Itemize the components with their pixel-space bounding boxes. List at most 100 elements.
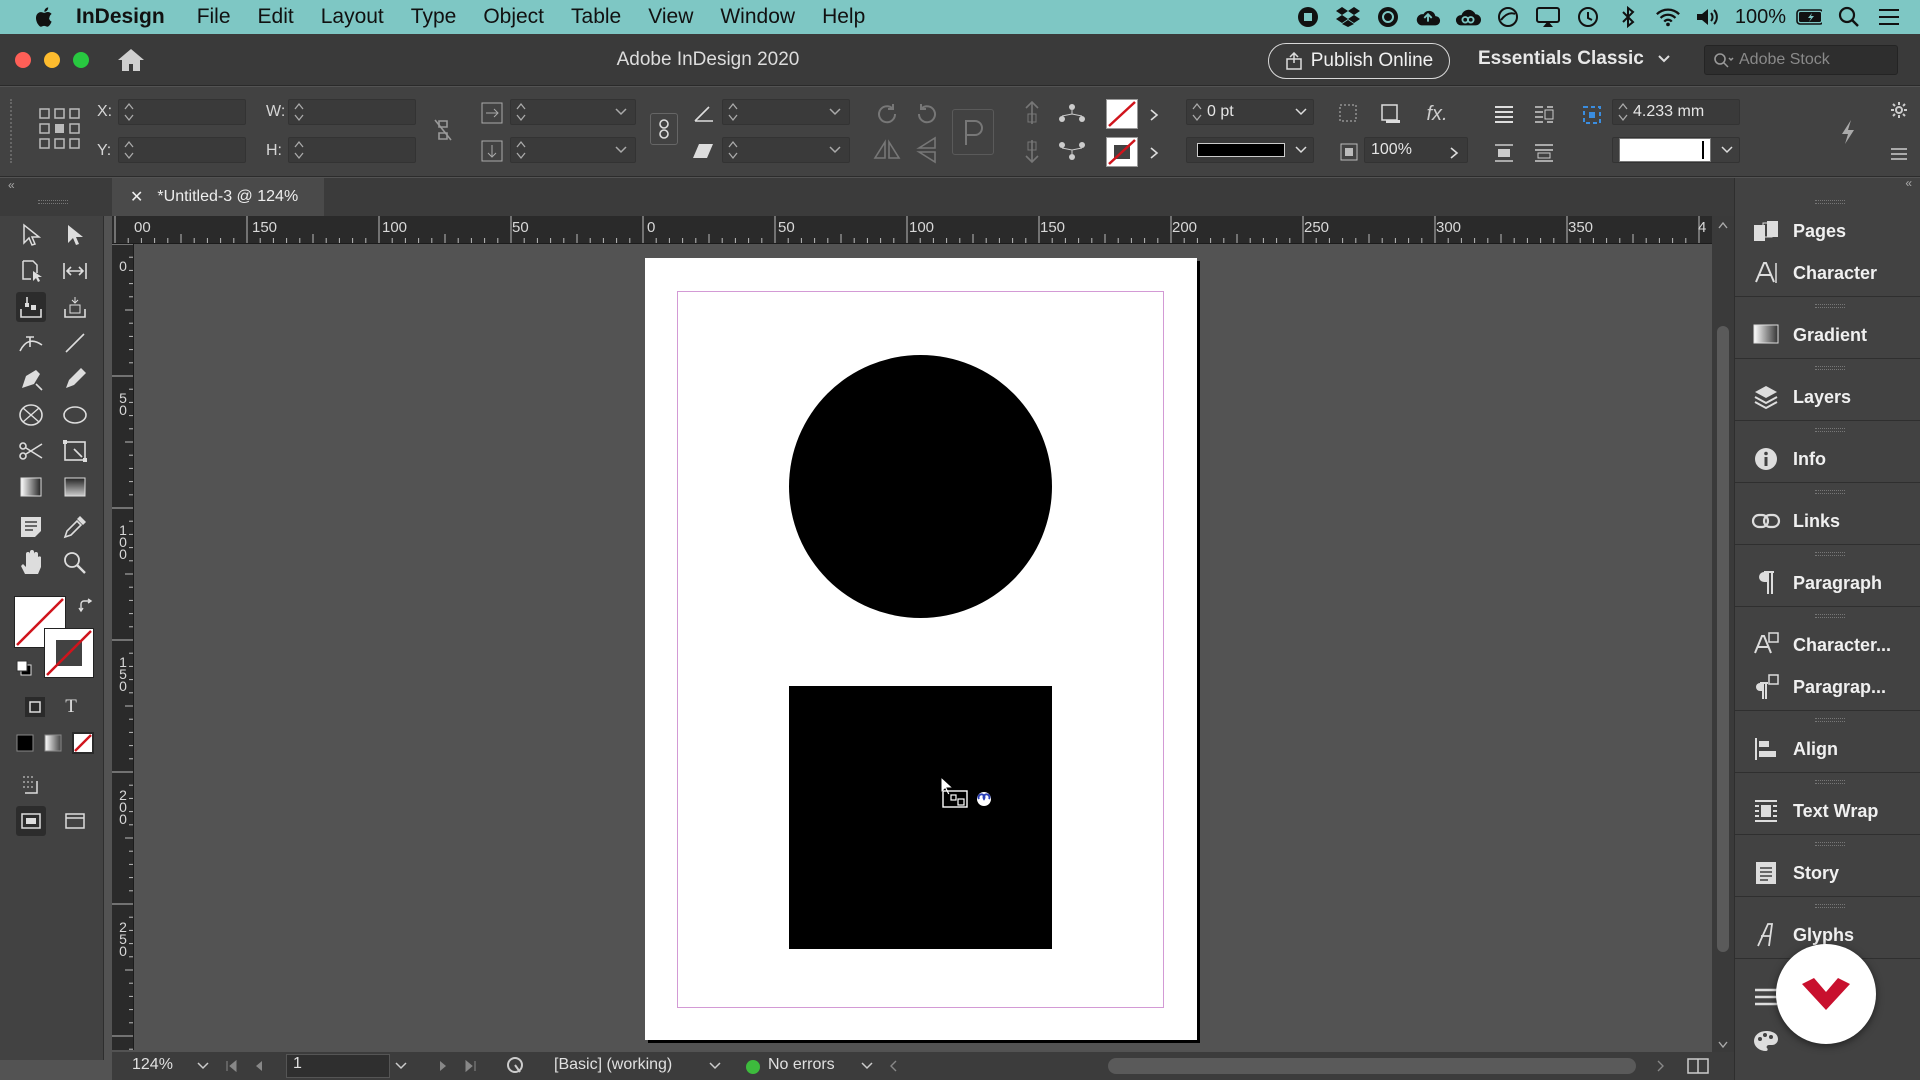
- select-next-object-icon[interactable]: [1056, 137, 1088, 165]
- dock-grip[interactable]: [1815, 780, 1845, 784]
- dock-grip[interactable]: [1815, 366, 1845, 370]
- gradient-feather-tool-icon[interactable]: [60, 472, 90, 502]
- scroll-down-icon[interactable]: [1717, 1040, 1729, 1050]
- tools-grip[interactable]: [38, 200, 68, 204]
- scroll-right-icon[interactable]: [1656, 1059, 1666, 1073]
- drop-shadow-icon[interactable]: [1378, 101, 1404, 127]
- line-tool-icon[interactable]: [60, 328, 90, 358]
- rectangle-frame[interactable]: [789, 686, 1052, 949]
- app-menu[interactable]: InDesign: [76, 5, 165, 29]
- path-type-icon[interactable]: [952, 109, 994, 155]
- eyedropper-tool-icon[interactable]: [60, 512, 90, 542]
- rectangle-frame-tool-icon[interactable]: [16, 400, 46, 430]
- gradient-swatch-tool-icon[interactable]: [16, 472, 46, 502]
- page-tool-icon[interactable]: [16, 256, 46, 286]
- horizontal-ruler[interactable]: 00 150 100 50 0 50 100 150 200 250 300 3…: [112, 216, 1712, 244]
- scale-x-spinner-icon[interactable]: [514, 99, 528, 125]
- formatting-container-icon[interactable]: [20, 692, 50, 722]
- pencil-tool-icon[interactable]: [60, 364, 90, 394]
- volume-icon[interactable]: [1695, 5, 1721, 29]
- direct-selection-tool-icon[interactable]: [60, 220, 90, 250]
- default-fill-stroke-icon[interactable]: [14, 658, 34, 678]
- constrain-proportions-icon[interactable]: [428, 115, 458, 145]
- panel-character-styles[interactable]: Character...: [1739, 624, 1915, 666]
- document-tab[interactable]: ✕ *Untitled-3 @ 124%: [112, 178, 324, 216]
- page-number-field[interactable]: 1: [286, 1054, 390, 1078]
- ellipse-tool-icon[interactable]: [60, 400, 90, 430]
- shear-spinner-icon[interactable]: [726, 137, 740, 163]
- offset-spinner-icon[interactable]: [1616, 99, 1630, 125]
- wifi-icon[interactable]: [1655, 5, 1681, 29]
- expand-panels-icon[interactable]: «: [1905, 176, 1912, 190]
- view-mode-icon[interactable]: [60, 806, 90, 836]
- panel-character[interactable]: Character: [1739, 252, 1915, 294]
- spotlight-search-icon[interactable]: [1836, 5, 1862, 29]
- reference-point-icon[interactable]: [38, 107, 82, 156]
- select-content-icon[interactable]: [1018, 137, 1046, 165]
- zoom-level[interactable]: 124%: [132, 1056, 173, 1074]
- collapse-tools-icon[interactable]: «: [8, 178, 15, 192]
- panel-text-wrap[interactable]: Text Wrap: [1739, 790, 1915, 832]
- close-tab-icon[interactable]: ✕: [130, 187, 143, 207]
- horizontal-scroll-thumb[interactable]: [1108, 1058, 1636, 1074]
- text-wrap-bbox-icon[interactable]: [1530, 101, 1558, 129]
- content-placer-tool-icon[interactable]: [60, 292, 90, 322]
- apply-color-icon[interactable]: [10, 728, 40, 758]
- publish-online-button[interactable]: Publish Online: [1268, 43, 1450, 79]
- menu-view[interactable]: View: [648, 5, 693, 29]
- panel-paragraph-styles[interactable]: Paragrap...: [1739, 666, 1915, 708]
- x-spinner-icon[interactable]: [122, 99, 136, 125]
- next-page-icon[interactable]: [438, 1059, 450, 1073]
- gear-icon[interactable]: [1886, 97, 1912, 123]
- flip-vertical-icon[interactable]: [912, 135, 942, 165]
- no-entry-icon[interactable]: [1495, 5, 1521, 29]
- auto-fit-icon[interactable]: [1578, 101, 1606, 129]
- ellipse-frame[interactable]: [789, 355, 1052, 618]
- y-spinner-icon[interactable]: [122, 137, 136, 163]
- notification-center-icon[interactable]: [1876, 5, 1902, 29]
- rotate-cw-icon[interactable]: [872, 99, 902, 129]
- scale-x-dropdown-icon[interactable]: [614, 107, 628, 117]
- opacity-menu-arrow-icon[interactable]: [1444, 141, 1464, 165]
- panel-grip[interactable]: [10, 99, 18, 163]
- fill-menu-arrow-icon[interactable]: [1144, 103, 1164, 127]
- rotation-dropdown-icon[interactable]: [828, 107, 842, 117]
- w-spinner-icon[interactable]: [292, 99, 306, 125]
- dock-grip[interactable]: [1815, 428, 1845, 432]
- flip-horizontal-icon[interactable]: [872, 135, 902, 165]
- type-on-path-tool-icon[interactable]: [16, 328, 46, 358]
- panel-layers[interactable]: Layers: [1739, 376, 1915, 418]
- free-transform-tool-icon[interactable]: [60, 436, 90, 466]
- dock-grip[interactable]: [1815, 490, 1845, 494]
- stroke-type-dropdown-icon[interactable]: [1294, 145, 1308, 155]
- panel-gradient[interactable]: Gradient: [1739, 314, 1915, 356]
- bluetooth-icon[interactable]: [1615, 5, 1641, 29]
- page-dropdown-icon[interactable]: [394, 1061, 408, 1071]
- screen-mode-normal-icon[interactable]: [16, 806, 46, 836]
- battery-icon[interactable]: [1796, 5, 1822, 29]
- gap-tool-icon[interactable]: [60, 256, 90, 286]
- scale-y-spinner-icon[interactable]: [514, 137, 528, 163]
- zoom-dropdown-icon[interactable]: [196, 1061, 210, 1071]
- opacity-icon[interactable]: [1336, 139, 1362, 165]
- profile-dropdown-icon[interactable]: [708, 1061, 722, 1071]
- scroll-up-icon[interactable]: [1717, 220, 1729, 230]
- formatting-text-icon[interactable]: T: [56, 692, 86, 722]
- note-tool-icon[interactable]: [16, 512, 46, 542]
- vertical-scroll-thumb[interactable]: [1717, 326, 1729, 952]
- hand-tool-icon[interactable]: [16, 548, 46, 578]
- scale-y-icon[interactable]: [480, 139, 504, 163]
- sync-app-icon[interactable]: [1375, 5, 1401, 29]
- split-window-icon[interactable]: [1686, 1056, 1710, 1076]
- screen-mode-preview-icon[interactable]: [16, 770, 46, 800]
- effects-shadow-icon[interactable]: [1336, 101, 1362, 127]
- panel-story[interactable]: Story: [1739, 852, 1915, 894]
- menu-table[interactable]: Table: [571, 5, 621, 29]
- preflight-dropdown-icon[interactable]: [860, 1061, 874, 1071]
- offset-field[interactable]: 4.233 mm: [1612, 99, 1740, 125]
- quick-apply-icon[interactable]: [1834, 117, 1862, 147]
- panel-menu-icon[interactable]: [1886, 141, 1912, 167]
- object-style-dropdown-icon[interactable]: [1720, 145, 1734, 155]
- menu-type[interactable]: Type: [411, 5, 457, 29]
- dropbox-icon[interactable]: [1335, 5, 1361, 29]
